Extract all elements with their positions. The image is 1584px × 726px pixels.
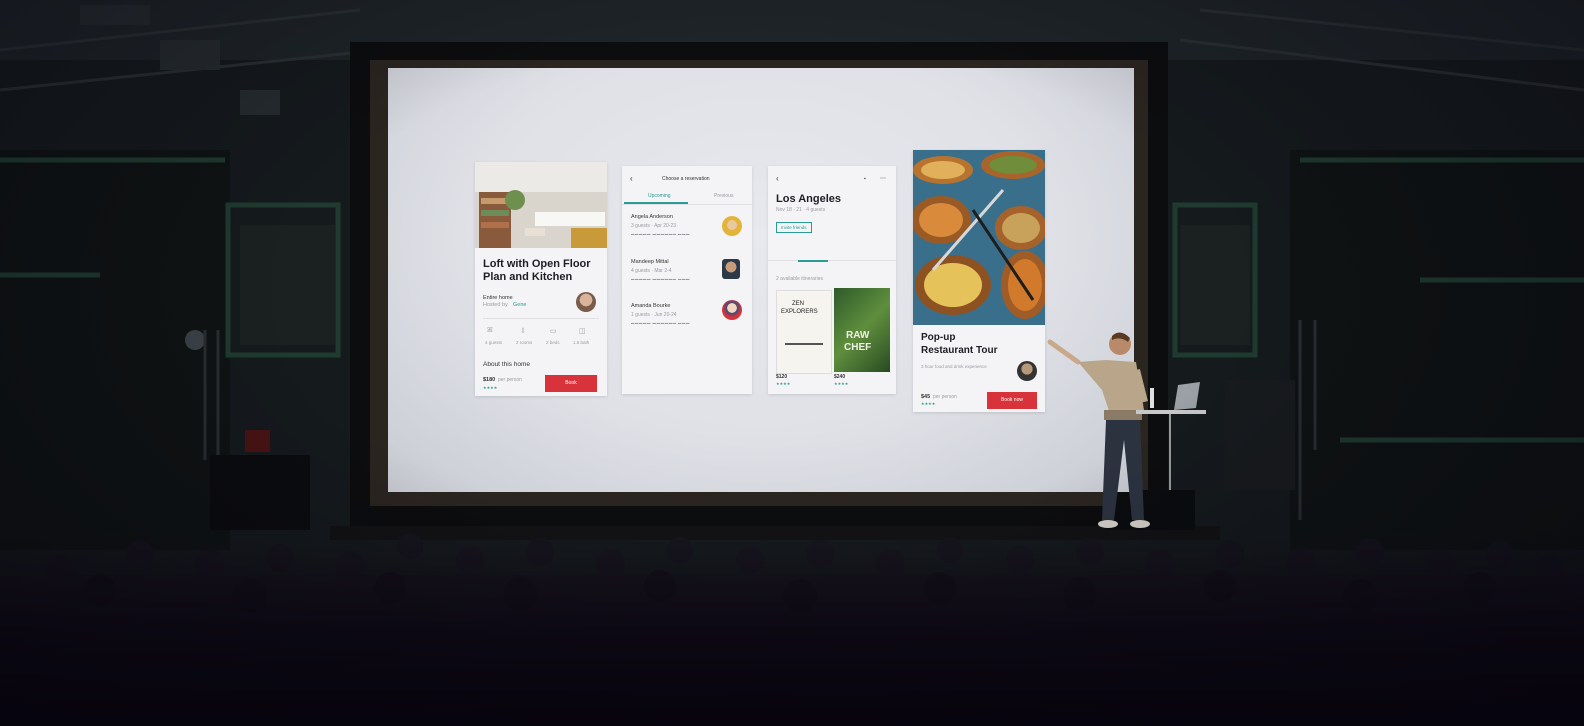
- active-tab-indicator: [798, 260, 828, 262]
- book2-title-line1: RAW: [846, 330, 870, 341]
- avatar: [722, 259, 740, 279]
- placeholder-line: ▬▬▬▬▬ ▬▬▬▬▬▬ ▬▬▬: [631, 321, 690, 325]
- guest-name: Amanda Bourke: [631, 303, 671, 309]
- door-icon: ⇩: [520, 328, 526, 335]
- reservation-detail: 1 guests · Jun 20-24: [631, 312, 677, 318]
- listing-hosted-label: Hosted by: [483, 302, 508, 308]
- back-chevron-icon[interactable]: ‹: [630, 174, 633, 183]
- host-avatar[interactable]: [1017, 361, 1037, 381]
- listing-title-line2: Plan and Kitchen: [483, 271, 573, 283]
- reservation-detail: 4 guests · Mar 2-4: [631, 268, 672, 274]
- projection-screen: Loft with Open Floor Plan and Kitchen En…: [388, 68, 1134, 492]
- guest-name: Mandeep Mittal: [631, 259, 669, 265]
- avatar: [722, 300, 742, 320]
- guests-icon: ꕤ: [487, 327, 493, 334]
- tour-description: 3 hour food and drink experience: [921, 364, 987, 369]
- tour-price-unit: per person: [933, 394, 957, 400]
- listing-host-name: Gene: [513, 302, 527, 308]
- decorative-rule: [785, 343, 823, 345]
- bath-icon: ◫: [579, 328, 586, 335]
- food-tour-card: Pop-up Restaurant Tour 3 hour food and d…: [913, 150, 1045, 412]
- presentation-scene: Loft with Open Floor Plan and Kitchen En…: [0, 0, 1584, 726]
- rating-stars: ★★★★: [921, 401, 936, 406]
- rating-stars: ★★★★: [776, 381, 791, 386]
- reservations-header: Choose a reservation: [662, 176, 710, 182]
- tab-upcoming[interactable]: Upcoming: [648, 193, 671, 199]
- divider: [483, 318, 599, 319]
- tabs-divider: [768, 260, 896, 261]
- reservation-detail: 3 guests · Apr 20-23: [631, 223, 677, 229]
- amenity-bath: 1.5 bath: [573, 340, 590, 345]
- book-button[interactable]: Book: [545, 375, 597, 392]
- listing-title-line1: Loft with Open Floor: [483, 258, 591, 270]
- listing-price-unit: per person: [498, 377, 522, 383]
- city-dates: Nov 18 - 21 · 4 guests: [776, 207, 826, 213]
- host-avatar[interactable]: [576, 292, 596, 312]
- placeholder-line: ▬▬▬▬▬ ▬▬▬▬▬▬ ▬▬▬: [631, 277, 690, 281]
- city-title: Los Angeles: [776, 193, 841, 205]
- audience-silhouettes: [0, 530, 1584, 726]
- food-photo: [913, 150, 1045, 325]
- listing-price: $180: [483, 377, 496, 383]
- placeholder-line: ▬▬▬▬▬ ▬▬▬▬▬▬ ▬▬▬: [631, 232, 690, 236]
- book1-title-line1: ZEN: [792, 301, 804, 307]
- raw-chef-cover[interactable]: RAW CHEF: [834, 288, 890, 372]
- book1-title-line2: EXPLORERS: [781, 309, 818, 315]
- zen-explorers-cover[interactable]: ZEN EXPLORERS: [776, 290, 832, 374]
- book-now-button[interactable]: Book now: [987, 392, 1037, 409]
- invite-friends-button[interactable]: Invite friends: [776, 222, 812, 233]
- city-itinerary-card: ‹ ▪ ⋯ Los Angeles Nov 18 - 21 · 4 guests…: [768, 166, 896, 394]
- share-icon[interactable]: ▪: [864, 176, 866, 182]
- more-icon[interactable]: ⋯: [880, 175, 886, 182]
- tour-price: $45: [921, 394, 931, 400]
- amenity-rooms: 2 rooms: [516, 340, 533, 345]
- listing-type: Entire home: [483, 295, 513, 301]
- avatar: [722, 216, 742, 236]
- amenity-guests: 4 guests: [485, 340, 503, 345]
- about-heading: About this home: [483, 361, 530, 368]
- home-listing-card: Loft with Open Floor Plan and Kitchen En…: [475, 162, 607, 396]
- tabs-divider: [622, 204, 752, 205]
- tour-title-line2: Restaurant Tour: [921, 345, 998, 356]
- book1-price: $120: [776, 374, 788, 380]
- bed-icon: ▭: [550, 328, 557, 335]
- book2-title-line2: CHEF: [844, 342, 872, 353]
- tab-previous[interactable]: Previous: [714, 193, 733, 199]
- loft-photo: [475, 162, 607, 248]
- rating-stars: ★★★★: [483, 385, 498, 390]
- amenity-beds: 2 beds: [546, 340, 560, 345]
- guest-name: Angela Anderson: [631, 214, 673, 220]
- itinerary-count: 2 available itineraries: [776, 276, 823, 282]
- tour-title-line1: Pop-up: [921, 332, 956, 343]
- book2-price: $240: [834, 374, 846, 380]
- speaker-figure: [1047, 332, 1206, 528]
- rating-stars: ★★★★: [834, 381, 849, 386]
- reservations-card: ‹ Choose a reservation Upcoming Previous…: [622, 166, 752, 394]
- back-chevron-icon[interactable]: ‹: [776, 174, 779, 183]
